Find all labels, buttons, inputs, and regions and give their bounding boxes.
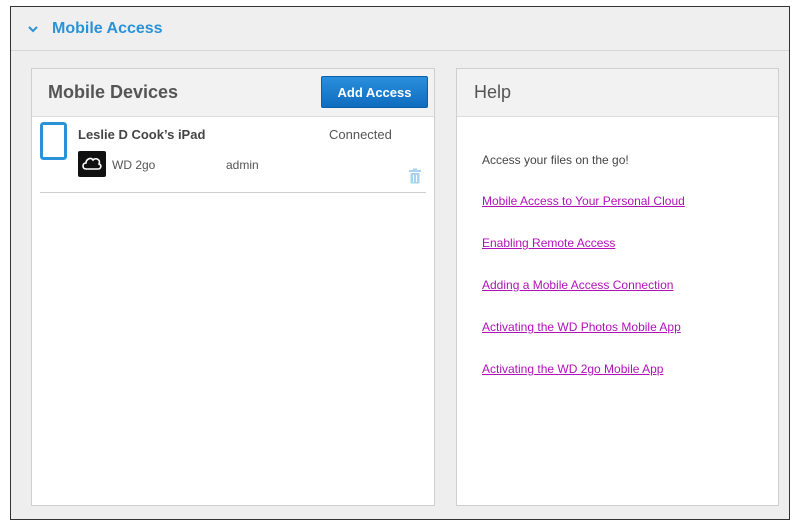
device-row[interactable]: Leslie D Cook’s iPad Connected WD 2go ad… — [40, 117, 426, 193]
chevron-down-icon[interactable] — [26, 22, 40, 36]
help-link-wd-2go[interactable]: Activating the WD 2go Mobile App — [482, 362, 778, 376]
help-header: Help — [457, 69, 778, 117]
add-access-button[interactable]: Add Access — [321, 76, 428, 108]
help-panel: Help Access your files on the go! Mobile… — [456, 68, 779, 506]
device-status: Connected — [329, 127, 392, 142]
help-link-add-connection[interactable]: Adding a Mobile Access Connection — [482, 278, 778, 292]
help-link-remote-access[interactable]: Enabling Remote Access — [482, 236, 778, 250]
help-link-wd-photos[interactable]: Activating the WD Photos Mobile App — [482, 320, 778, 334]
section-title: Mobile Access — [52, 19, 163, 37]
device-name: Leslie D Cook’s iPad — [78, 127, 206, 142]
mobile-access-frame: Mobile Access Mobile Devices Add Access … — [10, 6, 790, 520]
trash-icon[interactable] — [408, 168, 422, 184]
help-body: Access your files on the go! Mobile Acce… — [457, 153, 778, 376]
device-user: admin — [226, 158, 259, 172]
section-header[interactable]: Mobile Access — [11, 7, 789, 51]
help-link-mobile-access[interactable]: Mobile Access to Your Personal Cloud — [482, 194, 778, 208]
mobile-devices-header: Mobile Devices Add Access — [32, 69, 434, 117]
app-name: WD 2go — [112, 158, 156, 172]
help-intro: Access your files on the go! — [482, 153, 629, 167]
cloud-icon — [78, 151, 106, 177]
help-title: Help — [474, 82, 512, 102]
panel-title: Mobile Devices — [48, 82, 179, 102]
ipad-icon — [40, 122, 67, 160]
mobile-devices-panel: Mobile Devices Add Access Leslie D Cook’… — [31, 68, 435, 506]
